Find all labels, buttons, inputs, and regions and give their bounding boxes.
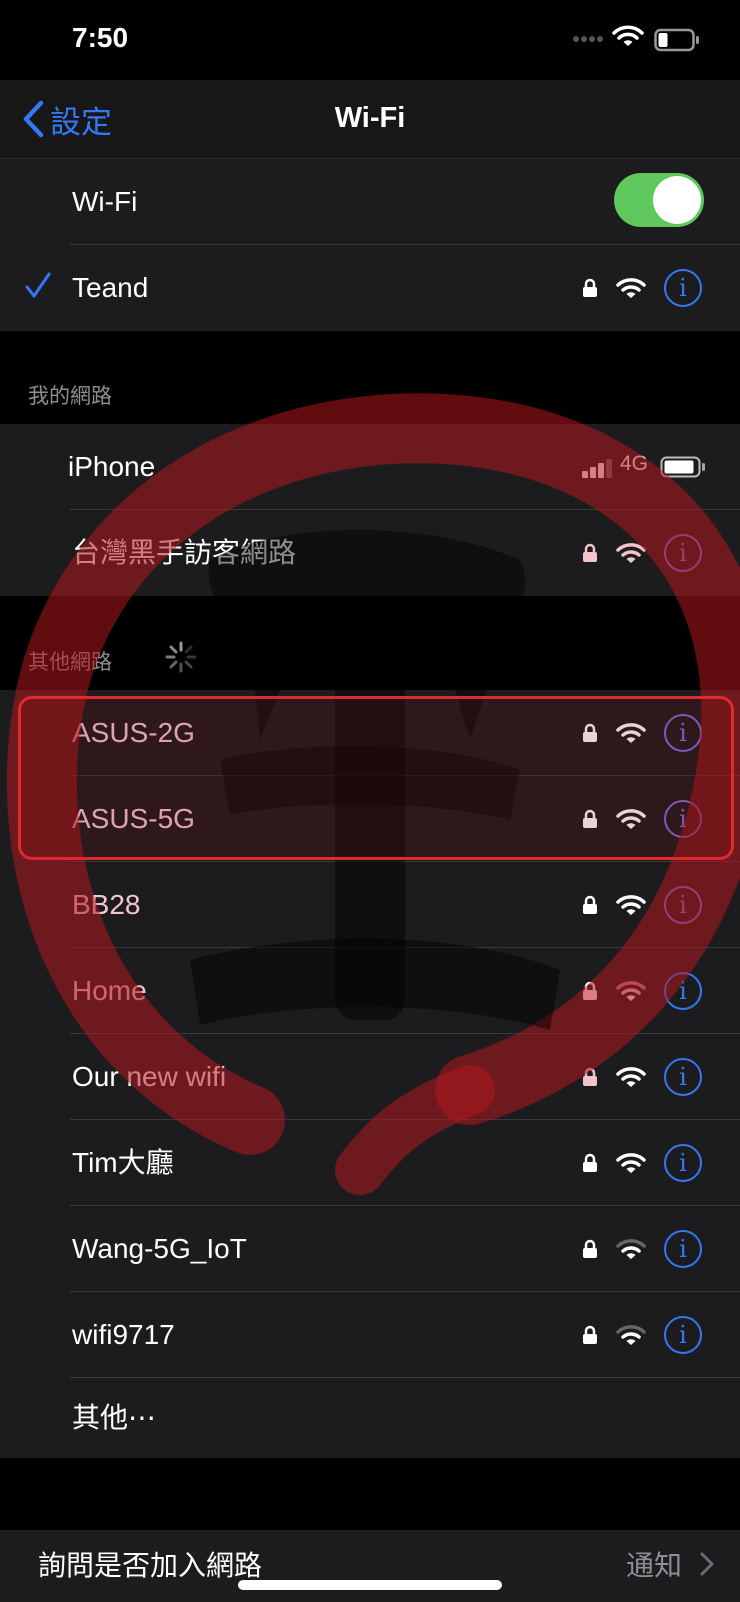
network-row[interactable]: Our new wifi i (0, 1034, 740, 1120)
wifi-signal-icon (616, 1239, 646, 1259)
wifi-signal-icon (616, 809, 646, 829)
lock-icon (583, 278, 597, 297)
wifi-toggle-switch[interactable] (614, 173, 704, 227)
navigation-bar: 設定 Wi-Fi (0, 80, 740, 159)
wifi-signal-icon (616, 543, 646, 563)
network-row[interactable]: Wang-5G_IoT i (0, 1206, 740, 1292)
battery-icon (654, 28, 699, 52)
hotspot-battery-icon (660, 456, 705, 478)
network-name: Home (72, 975, 147, 1006)
network-name: 台灣黑手訪客網路 (72, 537, 297, 568)
cellular-signal-icon (573, 36, 603, 42)
network-name: BB28 (72, 889, 141, 920)
wifi-signal-icon (616, 723, 646, 743)
status-time: 7:50 (72, 22, 129, 53)
lock-icon (583, 1153, 597, 1172)
info-button[interactable]: i (664, 1144, 702, 1182)
status-bar: 7:50 (0, 0, 740, 80)
checkmark-icon (25, 272, 51, 298)
info-button[interactable]: i (664, 1058, 702, 1096)
network-name: Our new wifi (72, 1061, 227, 1092)
loading-spinner-icon (165, 641, 197, 673)
lock-icon (583, 543, 597, 562)
network-row[interactable]: ASUS-5G i (0, 776, 740, 862)
info-button[interactable]: i (664, 534, 702, 572)
other-networks-group: ASUS-2G i ASUS-5G i BB28 i Home i Our ne… (0, 690, 740, 1458)
network-row[interactable]: Home i (0, 948, 740, 1034)
connected-network-name: Teand (72, 272, 149, 303)
info-button[interactable]: i (664, 714, 702, 752)
network-row[interactable]: wifi9717 i (0, 1292, 740, 1378)
network-row[interactable]: Tim大廳 i (0, 1120, 740, 1206)
info-button[interactable]: i (664, 800, 702, 838)
connected-network-row[interactable]: Teand i (0, 245, 740, 331)
info-button[interactable]: i (664, 1316, 702, 1354)
lock-icon (583, 895, 597, 914)
wifi-status-icon (612, 25, 644, 46)
network-type: 4G (620, 452, 649, 475)
network-row[interactable]: BB28 i (0, 862, 740, 948)
info-button[interactable]: i (664, 972, 702, 1010)
lock-icon (583, 723, 597, 742)
my-networks-header: 我的網路 (28, 385, 112, 408)
home-indicator[interactable] (238, 1580, 502, 1590)
toggle-knob (653, 176, 701, 224)
network-name: wifi9717 (72, 1319, 175, 1350)
other-network-label: 其他⋯ (72, 1402, 157, 1433)
ask-to-join-value: 通知 (625, 1550, 682, 1581)
network-name: ASUS-5G (72, 803, 195, 834)
my-networks-group: iPhone 4G 台灣黑手訪客網路 i (0, 424, 740, 596)
network-name: ASUS-2G (72, 717, 195, 748)
network-row[interactable]: ASUS-2G i (0, 690, 740, 776)
lock-icon (583, 1325, 597, 1344)
other-network-row[interactable]: 其他⋯ (0, 1378, 740, 1458)
wifi-signal-icon (616, 895, 646, 915)
network-name: Wang-5G_IoT (72, 1233, 247, 1264)
network-row[interactable]: 台灣黑手訪客網路 i (0, 510, 740, 596)
lock-icon (583, 1067, 597, 1086)
lock-icon (583, 1239, 597, 1258)
wifi-toggle-label: Wi-Fi (72, 186, 138, 217)
wifi-signal-icon (616, 1153, 646, 1173)
network-name: Tim大廳 (72, 1147, 174, 1178)
other-networks-header: 其他網路 (28, 641, 197, 676)
info-button[interactable]: i (664, 269, 702, 307)
lock-icon (583, 981, 597, 1000)
wifi-signal-icon (616, 981, 646, 1001)
wifi-signal-icon (616, 1067, 646, 1087)
lock-icon (583, 809, 597, 828)
wifi-signal-icon (616, 1325, 646, 1345)
wifi-toggle-row: Wi-Fi (0, 159, 740, 245)
hotspot-name: iPhone (68, 451, 156, 482)
info-button[interactable]: i (664, 1230, 702, 1268)
wifi-signal-icon (616, 278, 646, 298)
cellular-bars-icon (582, 459, 612, 478)
hotspot-row[interactable]: iPhone 4G (0, 424, 740, 510)
ask-to-join-label: 詢問是否加入網路 (38, 1550, 263, 1581)
ask-to-join-row[interactable]: 詢問是否加入網路 通知 (0, 1530, 740, 1602)
chevron-right-icon (700, 1552, 714, 1576)
wifi-settings-group: Wi-Fi Teand i (0, 159, 740, 331)
info-button[interactable]: i (664, 886, 702, 924)
other-networks-label: 其他網路 (28, 651, 112, 674)
page-title: Wi-Fi (334, 102, 406, 134)
